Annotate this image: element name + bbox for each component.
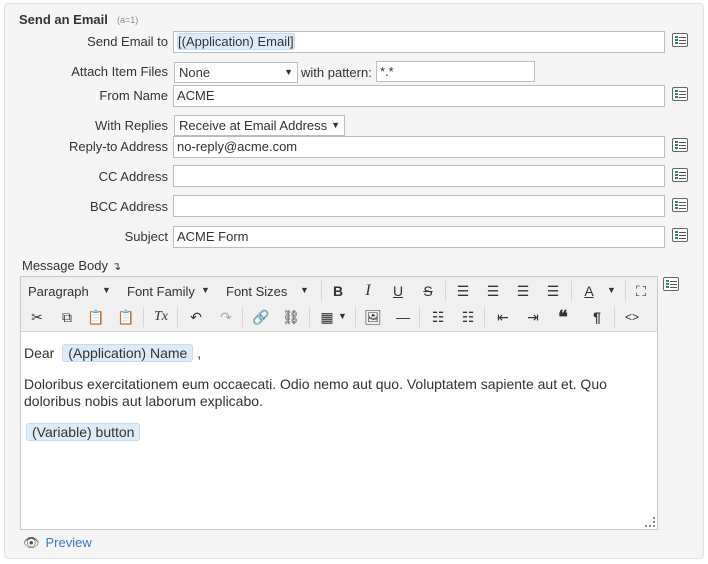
attach-files-label: Attach Item Files: [71, 64, 168, 79]
chevron-down-icon[interactable]: ▼: [338, 311, 347, 321]
body-paragraph: Doloribus exercitationem eum occaecati. …: [24, 376, 607, 409]
greeting-line: Dear (Application) Name ,: [24, 344, 634, 362]
toolbar-divider: [614, 307, 615, 327]
font-family-dropdown[interactable]: Font Family: [127, 284, 195, 299]
toolbar-divider: [321, 281, 322, 301]
underline-icon[interactable]: U: [386, 280, 410, 302]
toolbar-divider: [309, 307, 310, 327]
cc-label: CC Address: [98, 169, 168, 184]
paste-icon[interactable]: 📋: [84, 306, 108, 328]
paragraph-dropdown[interactable]: Paragraph: [28, 284, 89, 299]
chevron-down-icon[interactable]: ▼: [607, 285, 616, 295]
resize-handle[interactable]: [645, 517, 655, 527]
editor-toolbar: Paragraph ▼ Font Family ▼ Font Sizes ▼ B…: [21, 277, 657, 332]
toolbar-divider: [571, 281, 572, 301]
table-icon[interactable]: ▦: [315, 306, 339, 328]
toolbar-divider: [177, 307, 178, 327]
send-to-field[interactable]: [(Application) Email]: [173, 31, 665, 53]
cc-field[interactable]: [173, 165, 665, 187]
button-token[interactable]: (Variable) button: [26, 423, 141, 441]
greeting-text: Dear: [24, 345, 55, 361]
with-replies-label: With Replies: [95, 118, 168, 133]
with-replies-select[interactable]: Receive at Email Address ▼: [174, 115, 345, 136]
align-right-icon[interactable]: ☰: [511, 280, 535, 302]
eye-icon: 👁: [23, 535, 40, 550]
variable-picker-icon[interactable]: [663, 277, 679, 291]
paste-text-icon[interactable]: 📋: [114, 306, 138, 328]
variable-picker-icon[interactable]: [672, 87, 688, 101]
toolbar-divider: [242, 307, 243, 327]
cut-icon[interactable]: ✂: [25, 306, 49, 328]
align-left-icon[interactable]: ☰: [451, 280, 475, 302]
from-name-field[interactable]: ACME: [173, 85, 665, 107]
pattern-field[interactable]: *.*: [376, 61, 535, 82]
attach-files-value: None: [179, 65, 211, 80]
source-code-icon[interactable]: <>: [620, 306, 644, 328]
chevron-down-icon: ▼: [331, 120, 340, 130]
bold-icon[interactable]: B: [326, 280, 350, 302]
return-arrow-icon: ↴: [112, 261, 122, 273]
toolbar-divider: [419, 307, 420, 327]
image-icon[interactable]: 🖼: [361, 306, 385, 328]
message-editor[interactable]: Paragraph ▼ Font Family ▼ Font Sizes ▼ B…: [20, 276, 658, 530]
bcc-label: BCC Address: [89, 199, 168, 214]
name-token[interactable]: (Application) Name: [62, 344, 194, 362]
send-to-token: [(Application) Email]: [177, 33, 295, 50]
redo-icon[interactable]: ↷: [214, 306, 238, 328]
font-sizes-dropdown[interactable]: Font Sizes: [226, 284, 287, 299]
horizontal-rule-icon[interactable]: —: [391, 306, 415, 328]
copy-icon[interactable]: ⧉: [55, 306, 79, 328]
preview-link[interactable]: 👁 Preview: [23, 535, 92, 551]
bullet-list-icon[interactable]: ☷: [426, 306, 450, 328]
variable-picker-icon[interactable]: [672, 198, 688, 212]
undo-icon[interactable]: ↶: [184, 306, 208, 328]
pattern-label: with pattern:: [301, 65, 372, 80]
numbered-list-icon[interactable]: ☷: [456, 306, 480, 328]
reply-to-label: Reply-to Address: [69, 139, 168, 154]
subject-field[interactable]: ACME Form: [173, 226, 665, 248]
toolbar-divider: [625, 281, 626, 301]
text-color-icon[interactable]: A: [577, 280, 601, 302]
with-replies-value: Receive at Email Address: [179, 118, 328, 133]
section-hint: (a=1): [117, 15, 139, 25]
send-to-label: Send Email to: [87, 34, 168, 49]
reply-to-field[interactable]: no-reply@acme.com: [173, 136, 665, 158]
chevron-down-icon[interactable]: ▼: [300, 285, 309, 295]
toolbar-divider: [445, 281, 446, 301]
section-title: Send an Email: [19, 12, 108, 27]
show-blocks-icon[interactable]: ¶: [585, 306, 609, 328]
chevron-down-icon[interactable]: ▼: [102, 285, 111, 295]
strikethrough-icon[interactable]: S: [416, 280, 440, 302]
from-name-label: From Name: [99, 88, 168, 103]
indent-icon[interactable]: ⇥: [521, 306, 545, 328]
variable-picker-icon[interactable]: [672, 228, 688, 242]
align-center-icon[interactable]: ☰: [481, 280, 505, 302]
chevron-down-icon: ▼: [284, 67, 293, 77]
fullscreen-icon[interactable]: ⛶: [629, 280, 653, 302]
message-body-label: Message Body: [22, 258, 108, 273]
clear-formatting-icon[interactable]: Tx: [149, 306, 173, 328]
variable-picker-icon[interactable]: [672, 138, 688, 152]
toolbar-divider: [355, 307, 356, 327]
greeting-tail: ,: [197, 345, 202, 361]
chevron-down-icon[interactable]: ▼: [201, 285, 210, 295]
unlink-icon[interactable]: ⛓: [279, 306, 303, 328]
link-icon[interactable]: 🔗: [249, 306, 273, 328]
italic-icon[interactable]: I: [356, 280, 380, 302]
outdent-icon[interactable]: ⇤: [491, 306, 515, 328]
attach-files-select[interactable]: None ▼: [174, 62, 298, 83]
editor-content[interactable]: Dear (Application) Name , Doloribus exer…: [24, 344, 634, 455]
subject-label: Subject: [124, 229, 168, 244]
blockquote-icon[interactable]: ❝: [551, 306, 575, 328]
variable-picker-icon[interactable]: [672, 168, 688, 182]
toolbar-divider: [484, 307, 485, 327]
toolbar-divider: [143, 307, 144, 327]
preview-label: Preview: [45, 535, 92, 550]
bcc-field[interactable]: [173, 195, 665, 217]
align-justify-icon[interactable]: ☰: [541, 280, 565, 302]
variable-picker-icon[interactable]: [672, 33, 688, 47]
